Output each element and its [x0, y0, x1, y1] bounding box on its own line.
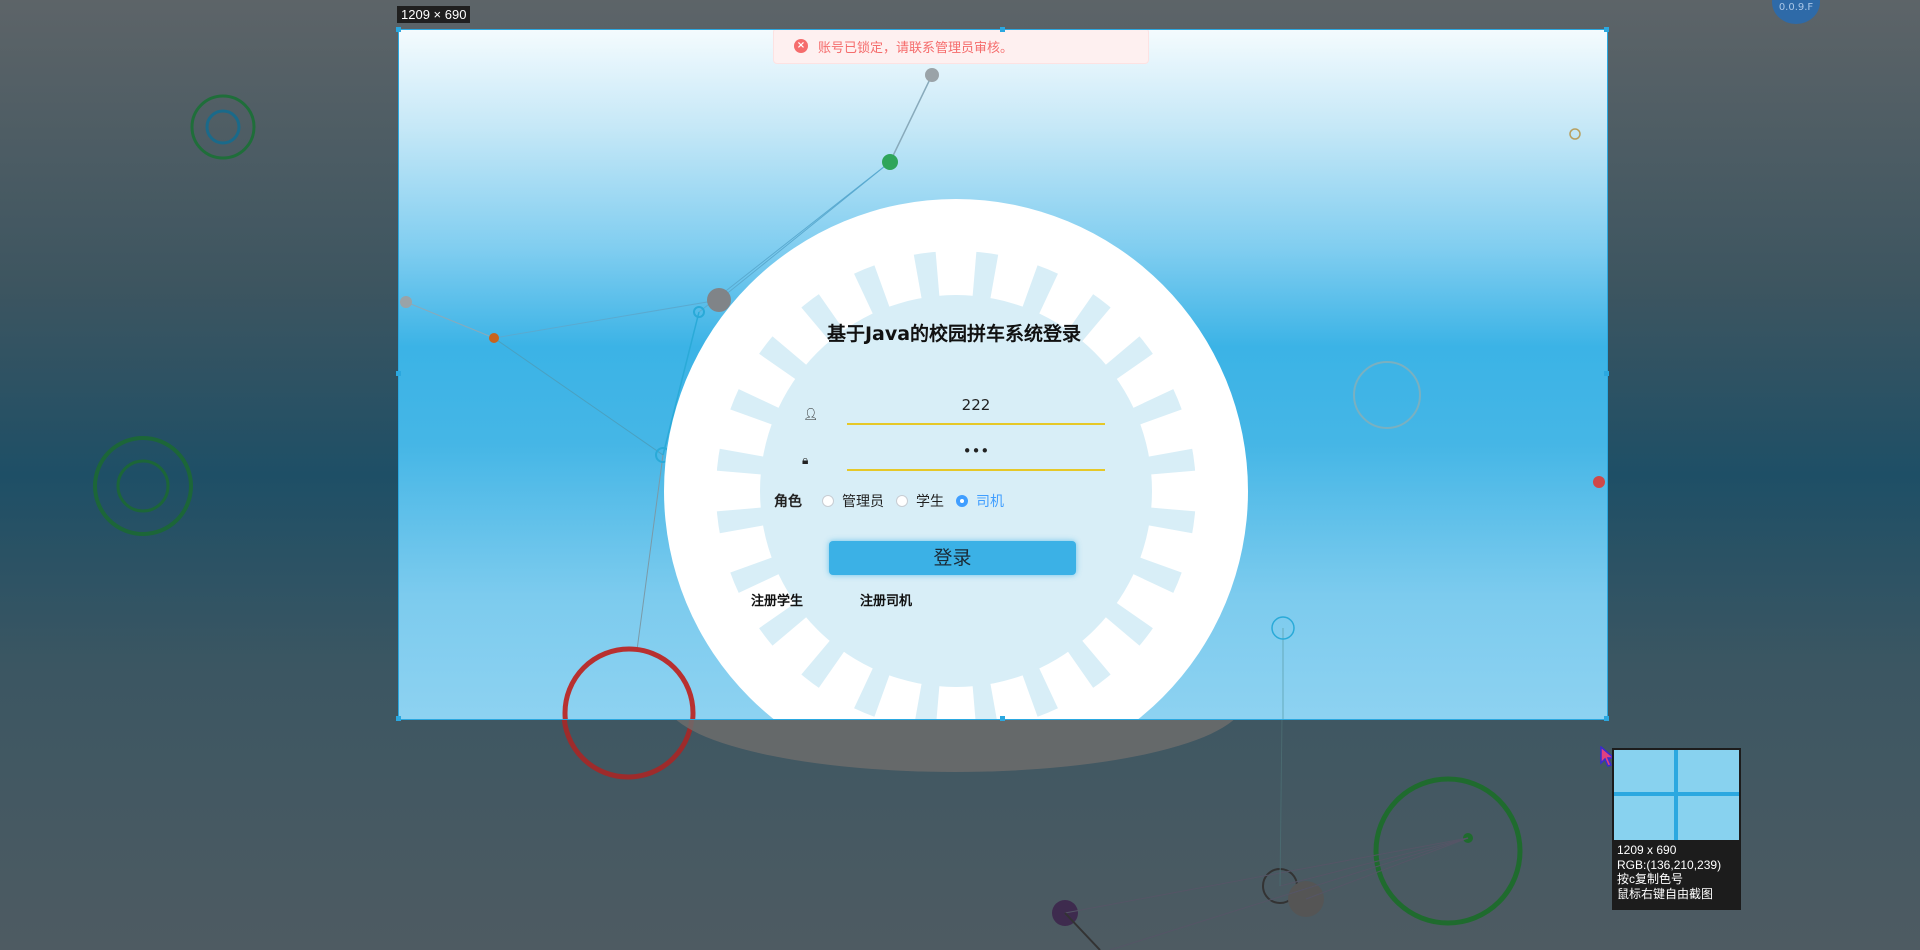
error-circle-icon: ×	[794, 39, 808, 53]
magnifier-crosshair-v	[1674, 750, 1678, 840]
error-alert: × 账号已锁定，请联系管理员审核。	[773, 30, 1149, 64]
alert-message: 账号已锁定，请联系管理员审核。	[818, 40, 1014, 56]
role-option-admin[interactable]: 管理员	[822, 491, 884, 511]
role-driver-label: 司机	[976, 494, 1004, 510]
magnifier-hint-copy: 按c复制色号	[1617, 872, 1684, 886]
resize-handle-l[interactable]	[396, 371, 401, 376]
role-option-student[interactable]: 学生	[896, 491, 944, 511]
magnifier-view	[1614, 750, 1739, 840]
login-button[interactable]: 登录	[829, 541, 1076, 575]
resize-handle-t[interactable]	[1000, 27, 1005, 32]
resize-handle-b[interactable]	[1000, 716, 1005, 721]
resize-handle-tl[interactable]	[396, 27, 401, 32]
radio-student[interactable]	[896, 495, 908, 507]
radio-admin[interactable]	[822, 495, 834, 507]
lock-icon: 🔒︎	[802, 453, 809, 467]
magnifier-rgb: RGB:(136,210,239)	[1617, 857, 1722, 872]
username-value: 222	[961, 396, 991, 414]
role-admin-label: 管理员	[842, 494, 884, 510]
radio-driver[interactable]	[956, 495, 968, 507]
login-title: 基于Java的校园拼车系统登录	[826, 323, 1082, 345]
color-picker-magnifier: 1209 x 690 RGB:(136,210,239) 按c复制色号 鼠标右键…	[1612, 748, 1741, 910]
role-selector: 角色 管理员 学生 司机	[774, 491, 1016, 511]
password-value: •••	[962, 442, 990, 460]
magnifier-hint-right-click: 鼠标右键自由截图	[1617, 886, 1714, 901]
resize-handle-bl[interactable]	[396, 716, 401, 721]
role-label: 角色	[774, 494, 802, 510]
resize-handle-br[interactable]	[1604, 716, 1609, 721]
magnifier-size: 1209 x 690	[1617, 843, 1677, 857]
role-option-driver[interactable]: 司机	[956, 491, 1004, 511]
magnifier-info: 1209 x 690 RGB:(136,210,239) 按c复制色号 鼠标右键…	[1617, 843, 1721, 901]
resize-handle-tr[interactable]	[1604, 27, 1609, 32]
username-input[interactable]: 222	[847, 389, 1105, 425]
capture-area[interactable]: × 账号已锁定，请联系管理员审核。	[398, 29, 1608, 720]
resize-handle-r[interactable]	[1604, 371, 1609, 376]
selection-size-label: 1209 × 690	[397, 6, 471, 23]
register-driver-link[interactable]: 注册司机	[860, 590, 912, 609]
role-student-label: 学生	[916, 494, 944, 510]
register-student-link[interactable]: 注册学生	[751, 590, 803, 609]
user-icon: 👤︎	[803, 407, 819, 421]
password-input[interactable]: •••	[847, 435, 1105, 471]
